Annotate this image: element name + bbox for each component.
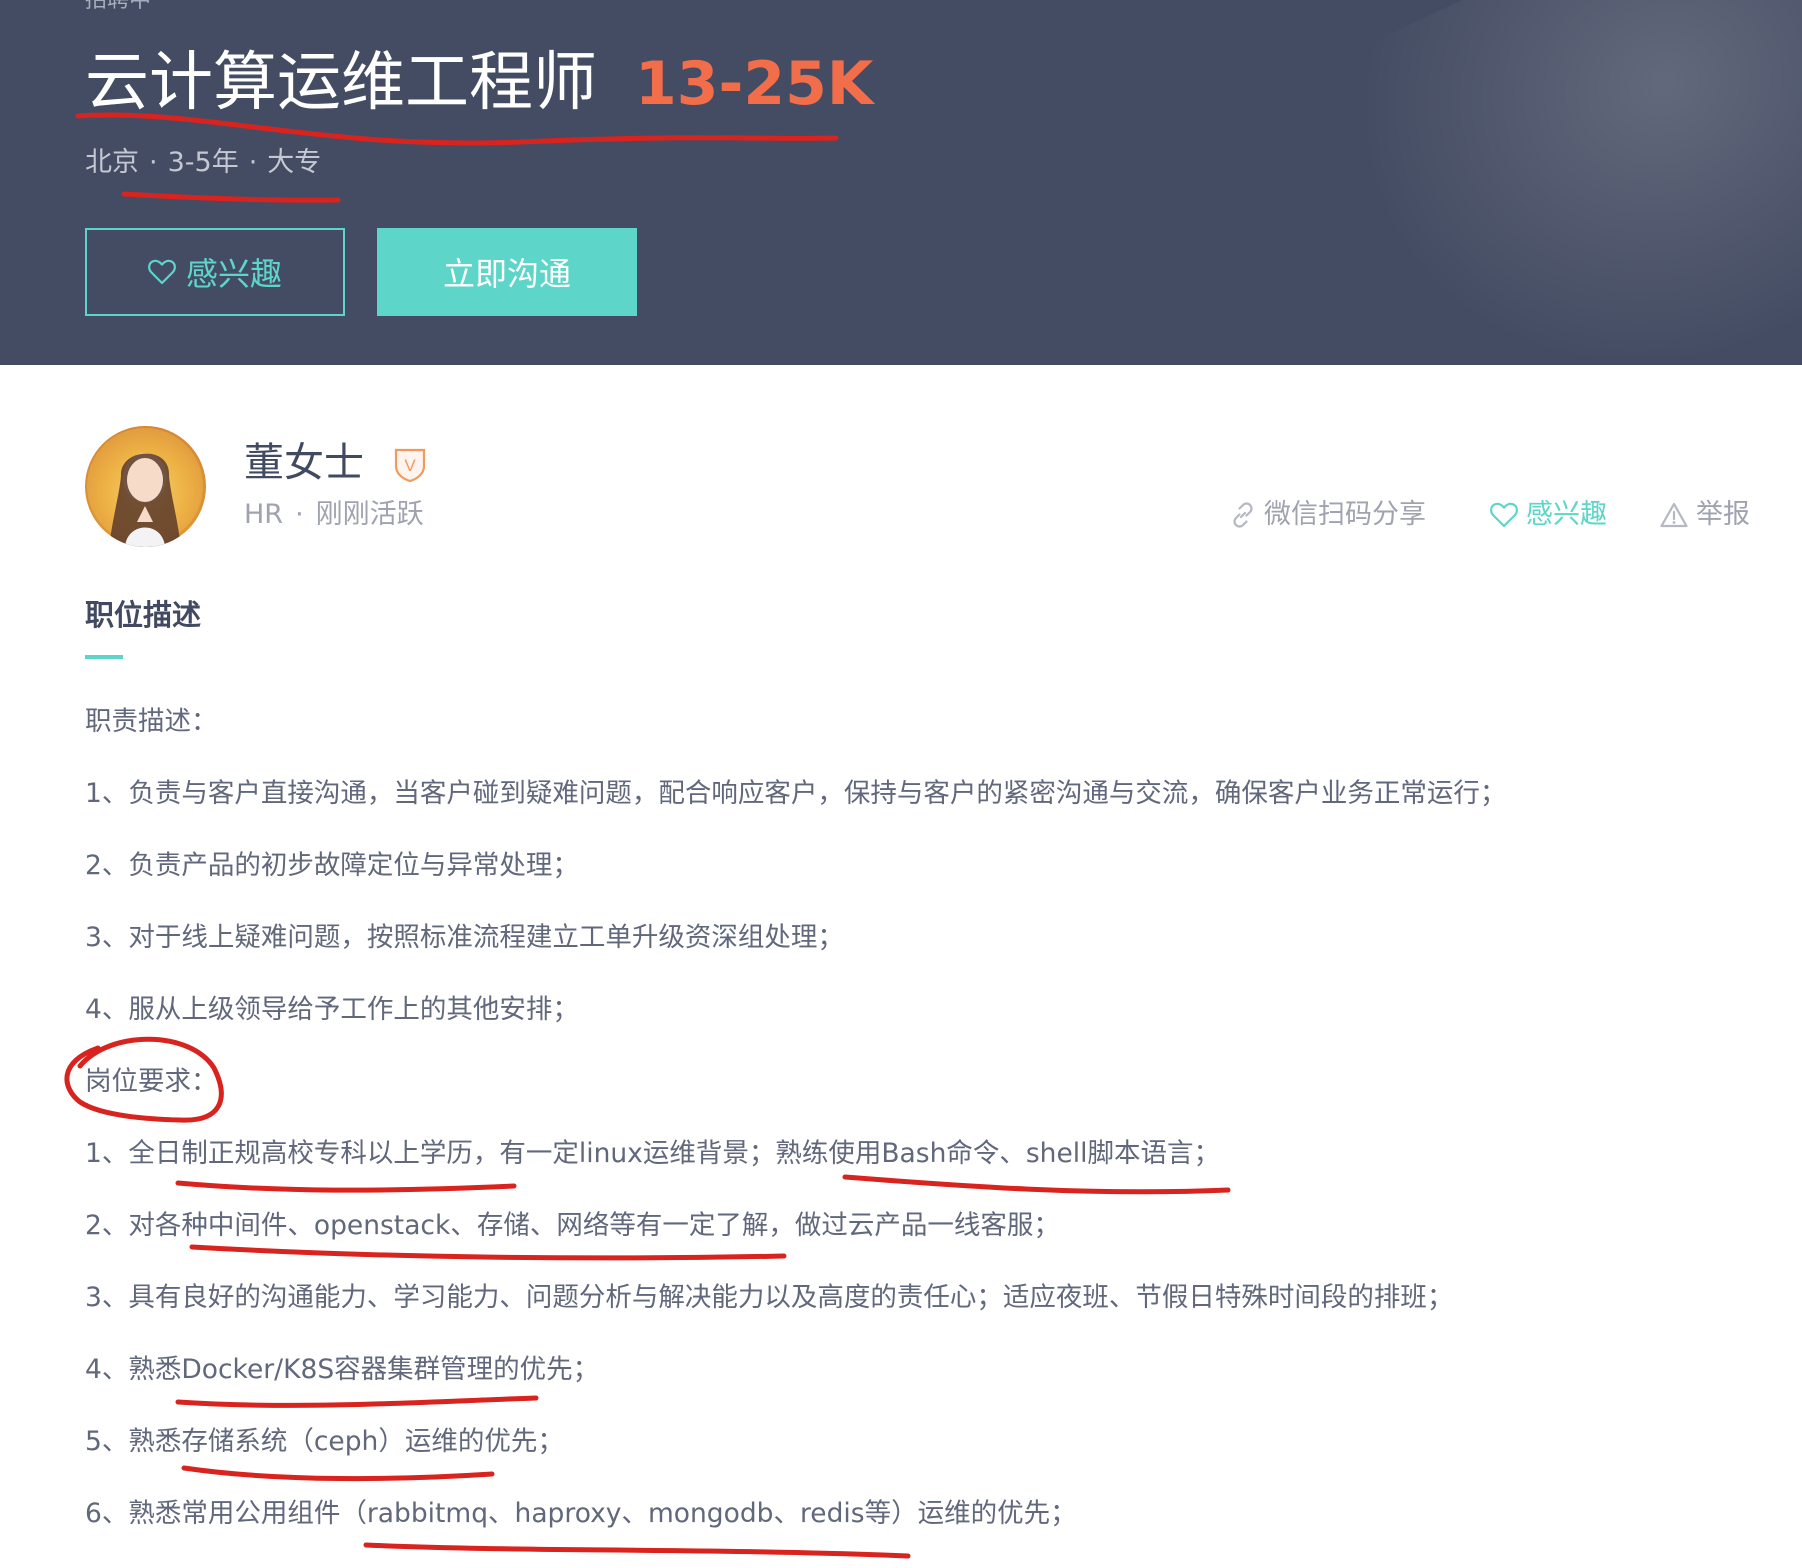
- requirement-item: 3、具有良好的沟通能力、学习能力、问题分析与解决能力以及高度的责任心；适应夜班、…: [85, 1282, 1454, 1313]
- heart-icon: [148, 259, 176, 285]
- job-city: 北京: [85, 147, 139, 178]
- section-title-underline: [85, 655, 123, 659]
- recruiter-meta-separator: ·: [295, 499, 304, 530]
- verified-badge-icon: V: [393, 446, 427, 486]
- chat-now-button-label: 立即沟通: [442, 255, 571, 293]
- heart-icon: [1490, 502, 1518, 528]
- responsibility-item: 3、对于线上疑难问题，按照标准流程建立工单升级资深组处理；: [85, 922, 844, 953]
- meta-separator: ·: [248, 147, 258, 178]
- recruiter-activity: 刚刚活跃: [315, 499, 424, 530]
- salary: 13-25K: [635, 49, 874, 119]
- recruiter-meta: HR · 刚刚活跃: [244, 498, 424, 532]
- report-link-label: 举报: [1696, 499, 1750, 530]
- job-meta: 北京 · 3-5年 · 大专: [85, 145, 321, 181]
- interest-button-label: 感兴趣: [185, 255, 282, 293]
- requirements-heading: 岗位要求：: [85, 1066, 218, 1097]
- responsibility-item: 1、负责与客户直接沟通，当客户碰到疑难问题，配合响应客户，保持与客户的紧密沟通与…: [85, 778, 1507, 809]
- verified-badge-letter: V: [404, 456, 416, 475]
- meta-separator: ·: [149, 147, 158, 178]
- recruiter-name: 董女士: [244, 440, 364, 486]
- share-link-label: 微信扫码分享: [1264, 499, 1426, 530]
- share-link[interactable]: 微信扫码分享: [1230, 498, 1426, 532]
- recruiter-role: HR: [244, 499, 284, 530]
- responsibility-item: 2、负责产品的初步故障定位与异常处理；: [85, 850, 579, 881]
- responsibilities-heading: 职责描述：: [85, 706, 218, 737]
- chat-now-button[interactable]: 立即沟通: [377, 228, 637, 316]
- requirement-item: 5、熟悉存储系统（ceph）运维的优先；: [85, 1426, 564, 1457]
- job-title: 云计算运维工程师: [85, 46, 597, 120]
- requirement-item: 2、对各种中间件、openstack、存储、网络等有一定了解，做过云产品一线客服…: [85, 1210, 1060, 1241]
- recruiter-avatar: [85, 426, 206, 547]
- requirement-item: 1、全日制正规高校专科以上学历，有一定linux运维背景；熟练使用Bash命令、…: [85, 1138, 1221, 1169]
- requirement-item: 4、熟悉Docker/K8S容器集群管理的优先；: [85, 1354, 600, 1385]
- interest-link[interactable]: 感兴趣: [1490, 498, 1607, 532]
- report-link[interactable]: 举报: [1660, 498, 1750, 532]
- requirement-item: 6、熟悉常用公用组件（rabbitmq、haproxy、mongodb、redi…: [85, 1498, 1077, 1529]
- interest-button[interactable]: 感兴趣: [85, 228, 345, 316]
- job-header-banner: 招聘中 云计算运维工程师 13-25K 北京 · 3-5年 · 大专 感兴趣 立即沟通: [0, 0, 1802, 365]
- section-title-job-description: 职位描述: [85, 598, 202, 632]
- job-education: 大专: [267, 147, 322, 178]
- interest-link-label: 感兴趣: [1526, 499, 1607, 530]
- job-experience: 3-5年: [167, 147, 239, 178]
- job-status: 招聘中: [85, 0, 152, 13]
- warning-icon: [1660, 502, 1688, 528]
- link-icon: [1233, 502, 1253, 528]
- responsibility-item: 4、服从上级领导给予工作上的其他安排；: [85, 994, 579, 1025]
